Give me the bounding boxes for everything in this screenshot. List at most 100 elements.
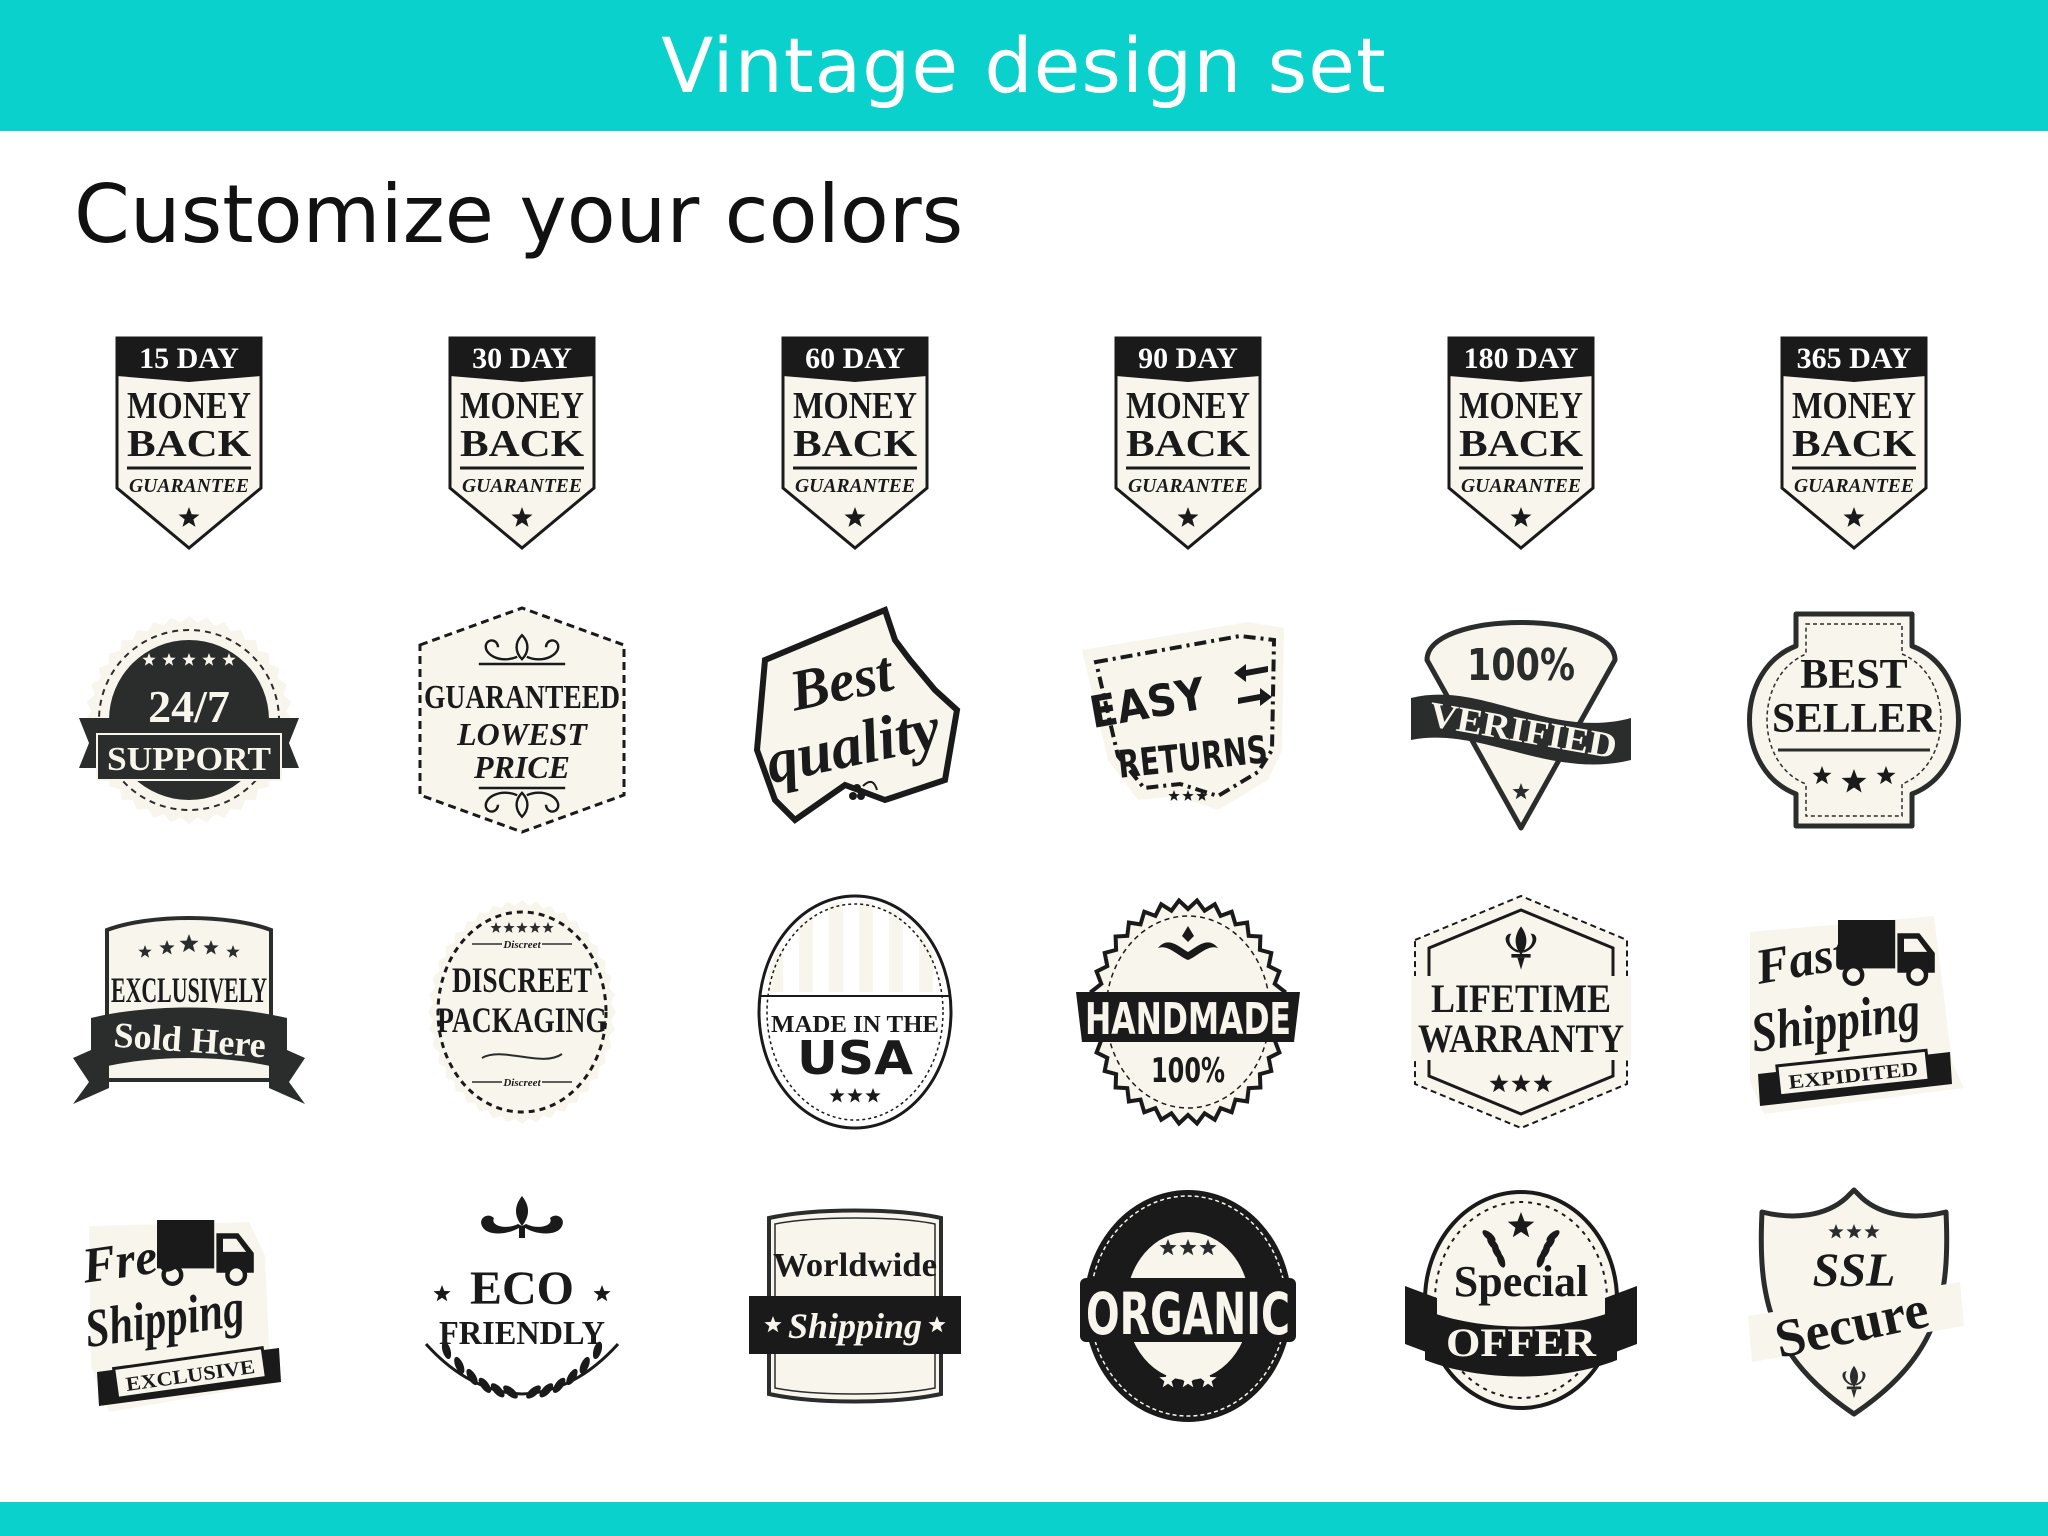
badge-verified[interactable]: 100% VERIFIED (1401, 600, 1641, 840)
badge-text: ORGANIC (1086, 1280, 1290, 1348)
badge-graphic: MADE IN THE USA (757, 894, 953, 1130)
badge-money-back[interactable]: 90 DAY MONEY BACK GUARANTEE (1068, 318, 1308, 558)
footer-band (0, 1502, 2048, 1536)
badge-text: MONEY (127, 385, 251, 427)
badge-text: 90 DAY (1138, 342, 1238, 375)
badge-discreet[interactable]: Discreet DISCREET PACKAGING Discreet (402, 892, 642, 1132)
badge-graphic: Discreet DISCREET PACKAGING Discreet (428, 900, 616, 1124)
badge-ssl[interactable]: SSL Secure (1734, 1186, 1974, 1426)
badge-text: Discreet (502, 1077, 541, 1089)
badge-text: OFFER (1446, 1320, 1597, 1365)
subtitle: Customize your colors (74, 168, 964, 261)
badge-graphic: ORGANIC (1080, 1190, 1296, 1422)
badge-text: SELLER (1772, 696, 1937, 742)
badge-text: BACK (1792, 423, 1916, 465)
badge-graphic: Fast Shipping EXPIDITED (1747, 916, 1964, 1114)
badge-graphic: LIFETIME WARRANTY (1411, 894, 1631, 1130)
badge-text: BEST (1800, 652, 1907, 698)
badge-text: 180 DAY (1464, 342, 1579, 375)
badge-text: LOWEST (456, 716, 588, 752)
star-icon (433, 1285, 451, 1302)
badge-text: LIFETIME (1431, 976, 1611, 1021)
badge-best-quality[interactable]: Best quality (735, 600, 975, 840)
badge-text: BACK (1459, 423, 1583, 465)
badge-text: MONEY (793, 385, 917, 427)
badge-text: PRICE (473, 749, 570, 785)
badge-graphic: 15 DAY MONEY BACK GUARANTEE (115, 336, 263, 550)
badge-text: ECO (470, 1262, 574, 1315)
badge-worldwide[interactable]: Worldwide Shipping (735, 1186, 975, 1426)
badge-graphic: EASY RETURNS (1082, 622, 1284, 810)
badge-graphic: Worldwide Shipping (749, 1208, 961, 1404)
badge-text: 24/7 (148, 681, 230, 732)
badge-graphic: SSL Secure (1748, 1187, 1964, 1417)
badge-text: BACK (460, 423, 584, 465)
badge-organic[interactable]: ORGANIC (1068, 1186, 1308, 1426)
badge-graphic: Best quality (753, 605, 961, 824)
badge-text: BACK (127, 423, 251, 465)
badge-money-back[interactable]: 60 DAY MONEY BACK GUARANTEE (735, 318, 975, 558)
badge-text: Special (1454, 1257, 1588, 1306)
page-title: Vintage design set (661, 21, 1387, 110)
badge-text: GUARANTEE (795, 475, 915, 497)
badge-best-seller[interactable]: BEST SELLER (1734, 600, 1974, 840)
badge-graphic: 180 DAY MONEY BACK GUARANTEE (1447, 336, 1595, 550)
badge-money-back[interactable]: 365 DAY MONEY BACK GUARANTEE (1734, 318, 1974, 558)
badge-graphic: HANDMADE 100% (1076, 897, 1300, 1127)
badge-text: MONEY (1126, 385, 1250, 427)
badge-free-shipping[interactable]: Free Shipping EXCLUSIVE (69, 1186, 309, 1426)
ornament-icon (481, 1196, 563, 1238)
badge-graphic: 30 DAY MONEY BACK GUARANTEE (448, 336, 596, 550)
badge-text: 60 DAY (805, 342, 905, 375)
badge-text: FRIENDLY (439, 1315, 605, 1352)
badge-text: GUARANTEE (1794, 475, 1914, 497)
badge-text: 100% (1467, 640, 1575, 691)
badge-text: BACK (793, 423, 917, 465)
star-icon (593, 1285, 611, 1302)
badge-text: Discreet (502, 939, 541, 951)
badge-lifetime[interactable]: LIFETIME WARRANTY (1401, 892, 1641, 1132)
badge-text: 15 DAY (139, 342, 239, 375)
badge-special-offer[interactable]: Special OFFER (1401, 1186, 1641, 1426)
badge-text: GUARANTEE (462, 475, 582, 497)
badge-text: PACKAGING (437, 1000, 607, 1040)
badge-text: MONEY (1792, 385, 1916, 427)
badge-graphic: Special OFFER (1405, 1190, 1637, 1410)
header-band: Vintage design set (0, 0, 2048, 131)
badge-text: EXCLUSIVELY (111, 970, 267, 1010)
badge-graphic: 60 DAY MONEY BACK GUARANTEE (781, 336, 929, 550)
badge-text: 100% (1151, 1051, 1225, 1091)
badge-money-back[interactable]: 180 DAY MONEY BACK GUARANTEE (1401, 318, 1641, 558)
badge-text: DISCREET (452, 960, 592, 1000)
badge-graphic: 100% VERIFIED (1411, 620, 1631, 831)
badge-graphic: 365 DAY MONEY BACK GUARANTEE (1780, 336, 1928, 550)
badge-guaranteed[interactable]: GUARANTEED LOWEST PRICE (402, 600, 642, 840)
badge-eco[interactable]: ECO FRIENDLY (402, 1186, 642, 1426)
badge-graphic: 90 DAY MONEY BACK GUARANTEE (1114, 336, 1262, 550)
badge-usa[interactable]: MADE IN THE USA (735, 892, 975, 1132)
badge-text: Shipping (788, 1306, 922, 1346)
badge-text: 365 DAY (1797, 342, 1912, 375)
badge-money-back[interactable]: 15 DAY MONEY BACK GUARANTEE (69, 318, 309, 558)
badge-text: GUARANTEE (1461, 475, 1581, 497)
badge-fast-shipping[interactable]: Fast Shipping EXPIDITED (1734, 892, 1974, 1132)
badge-support[interactable]: 24/7 SUPPORT (69, 600, 309, 840)
badge-text: MONEY (460, 385, 584, 427)
badge-text: GUARANTEE (129, 475, 249, 497)
badge-text: BACK (1126, 423, 1250, 465)
badge-graphic: ECO FRIENDLY (424, 1196, 620, 1399)
badge-graphic: BEST SELLER (1747, 611, 1961, 829)
badge-text: GUARANTEE (1128, 475, 1248, 497)
badge-text: Worldwide (773, 1247, 937, 1284)
badge-text: MONEY (1459, 385, 1583, 427)
badge-exclusively[interactable]: EXCLUSIVELY Sold Here (69, 892, 309, 1132)
badge-text: SUPPORT (107, 741, 271, 778)
badge-graphic: EXCLUSIVELY Sold Here (73, 916, 305, 1104)
badge-grid: 15 DAY MONEY BACK GUARANTEE 30 DAY MONEY… (0, 320, 2048, 1450)
badge-money-back[interactable]: 30 DAY MONEY BACK GUARANTEE (402, 318, 642, 558)
badge-text: 30 DAY (472, 342, 572, 375)
badge-graphic: Free Shipping EXCLUSIVE (78, 1220, 283, 1412)
badge-text: WARRANTY (1418, 1016, 1624, 1061)
badge-easy-returns[interactable]: EASY RETURNS (1068, 600, 1308, 840)
badge-handmade[interactable]: HANDMADE 100% (1068, 892, 1308, 1132)
